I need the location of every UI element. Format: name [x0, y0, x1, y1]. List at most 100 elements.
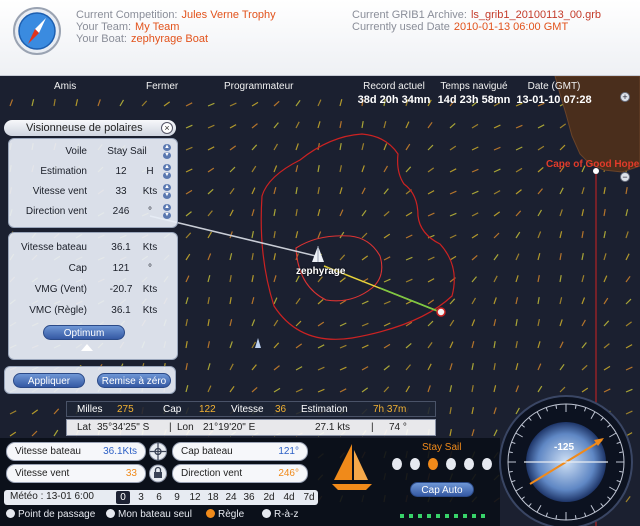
- wind-arrow: [581, 342, 587, 349]
- legend-rule[interactable]: Règle: [206, 509, 244, 520]
- polar-input-sail[interactable]: Voile Stay Sail ▲ ▼: [9, 143, 177, 161]
- meteo-step-2d[interactable]: 2d: [262, 491, 276, 504]
- scheduler-link[interactable]: Programmateur: [224, 81, 293, 92]
- wind-arrow: [427, 190, 435, 195]
- wind-arrow: [339, 209, 344, 217]
- cursor-info-bar: Lat 35°34'25" S | Lon 21°19'20" E 27.1 k…: [66, 419, 436, 436]
- wind-arrow: [229, 274, 232, 283]
- wind-arrow: [559, 187, 564, 195]
- meteo-step-6[interactable]: 6: [152, 491, 166, 504]
- dial-tick: [555, 404, 558, 409]
- wind-arrow: [537, 253, 541, 261]
- heading-dial[interactable]: [494, 390, 634, 526]
- sail-option-icon[interactable]: [410, 458, 420, 470]
- polar-input-wind-direction[interactable]: Direction vent 246 ° ▲ ▼: [9, 203, 177, 221]
- wind-arrow: [471, 429, 475, 437]
- radio-selected-icon[interactable]: [206, 509, 215, 518]
- polar-input-wind-speed[interactable]: Vitesse vent 33 Kts ▲ ▼: [9, 183, 177, 201]
- wind-direction-value[interactable]: 246: [101, 206, 141, 217]
- down-arrow-icon[interactable]: ▼: [163, 152, 171, 159]
- cap-auto-button[interactable]: Cap Auto: [410, 482, 474, 497]
- wind-direction-stepper[interactable]: ▲ ▼: [163, 204, 172, 220]
- polar-input-estimation[interactable]: Estimation 12 H ▲ ▼: [9, 163, 177, 181]
- close-link[interactable]: Fermer: [146, 81, 178, 92]
- sail-value[interactable]: Stay Sail: [97, 146, 157, 157]
- friends-link[interactable]: Amis: [54, 81, 76, 92]
- legend-my-boat-only[interactable]: Mon bateau seul: [106, 509, 192, 520]
- legend-reset[interactable]: R-à-z: [262, 509, 298, 520]
- distance-label: Milles: [77, 404, 103, 415]
- wind-arrow: [515, 231, 521, 239]
- wind-arrow: [581, 275, 585, 283]
- optimum-button[interactable]: Optimum: [43, 325, 125, 340]
- sail-option-icon[interactable]: [482, 458, 492, 470]
- wind-arrow: [625, 366, 633, 371]
- up-arrow-icon[interactable]: ▲: [163, 184, 171, 191]
- meteo-step-4d[interactable]: 4d: [282, 491, 296, 504]
- wind-arrow: [603, 297, 609, 305]
- wind-arrow: [163, 101, 171, 107]
- wind-arrow: [295, 99, 301, 107]
- wind-arrow: [383, 121, 387, 129]
- meteo-step-7d[interactable]: 7d: [302, 491, 316, 504]
- wind-arrow: [361, 255, 369, 261]
- wind-lock-icon[interactable]: [148, 464, 168, 483]
- wind-arrow: [273, 230, 276, 239]
- meteo-step-9[interactable]: 9: [170, 491, 184, 504]
- sail-option-icon[interactable]: [464, 458, 474, 470]
- meteo-step-18[interactable]: 18: [206, 491, 220, 504]
- estimation-stepper[interactable]: ▲ ▼: [163, 164, 172, 180]
- polar-viewer-title-bar[interactable]: Visionneuse de polaires ×: [4, 120, 176, 136]
- wind-arrow: [207, 188, 214, 195]
- meteo-step-12[interactable]: 12: [188, 491, 202, 504]
- boat-heading-box: Cap bateau 121°: [172, 442, 308, 461]
- apply-button[interactable]: Appliquer: [13, 373, 85, 388]
- wind-arrow: [339, 99, 343, 107]
- wind-arrow: [515, 253, 520, 261]
- wind-speed-stepper[interactable]: ▲ ▼: [163, 184, 172, 200]
- boat-icon[interactable]: [312, 246, 324, 262]
- up-arrow-icon[interactable]: ▲: [163, 164, 171, 171]
- meteo-step-24[interactable]: 24: [224, 491, 238, 504]
- meteo-step-3[interactable]: 3: [134, 491, 148, 504]
- wind-arrow: [405, 385, 411, 393]
- sail-option-icon[interactable]: [392, 458, 402, 470]
- wind-arrow: [471, 123, 479, 129]
- wind-arrow: [251, 341, 257, 349]
- zoom-in-button[interactable]: +: [620, 92, 630, 102]
- sail-stepper[interactable]: ▲ ▼: [163, 144, 172, 160]
- reset-button[interactable]: Remise à zéro: [97, 373, 171, 388]
- wind-arrow: [471, 406, 474, 415]
- wind-arrow: [581, 297, 586, 305]
- wind-arrow: [493, 319, 497, 327]
- legend-waypoint[interactable]: Point de passage: [6, 509, 95, 520]
- estimation-unit: H: [146, 166, 154, 177]
- wind-arrow: [97, 99, 101, 107]
- zoom-out-button[interactable]: −: [620, 172, 630, 182]
- radio-icon[interactable]: [6, 509, 15, 518]
- meteo-step-36[interactable]: 36: [242, 491, 256, 504]
- wind-arrow: [449, 428, 452, 437]
- radio-icon[interactable]: [262, 509, 271, 518]
- radio-icon[interactable]: [106, 509, 115, 518]
- up-arrow-icon[interactable]: ▲: [163, 144, 171, 151]
- wind-arrow: [295, 297, 301, 305]
- close-icon[interactable]: ×: [161, 122, 173, 134]
- down-arrow-icon[interactable]: ▼: [163, 212, 171, 219]
- estimation-value[interactable]: 12: [101, 166, 141, 177]
- meteo-step-0[interactable]: 0: [116, 491, 130, 504]
- map-view[interactable]: Amis Fermer Programmateur Record actuel …: [0, 76, 640, 526]
- wind-speed-value[interactable]: 33: [101, 186, 141, 197]
- rule-endpoint-icon[interactable]: [436, 307, 446, 317]
- sail-option-selected-icon[interactable]: [428, 458, 438, 470]
- down-arrow-icon[interactable]: ▼: [163, 172, 171, 179]
- wind-arrow: [559, 144, 566, 151]
- wind-arrow: [449, 212, 457, 217]
- other-boat-icon[interactable]: [255, 338, 261, 348]
- sail-option-icon[interactable]: [446, 458, 456, 470]
- wind-arrow: [229, 102, 237, 107]
- collapse-arrow-icon[interactable]: [81, 344, 93, 351]
- down-arrow-icon[interactable]: ▼: [163, 192, 171, 199]
- up-arrow-icon[interactable]: ▲: [163, 204, 171, 211]
- boat-helm-icon[interactable]: [148, 442, 168, 461]
